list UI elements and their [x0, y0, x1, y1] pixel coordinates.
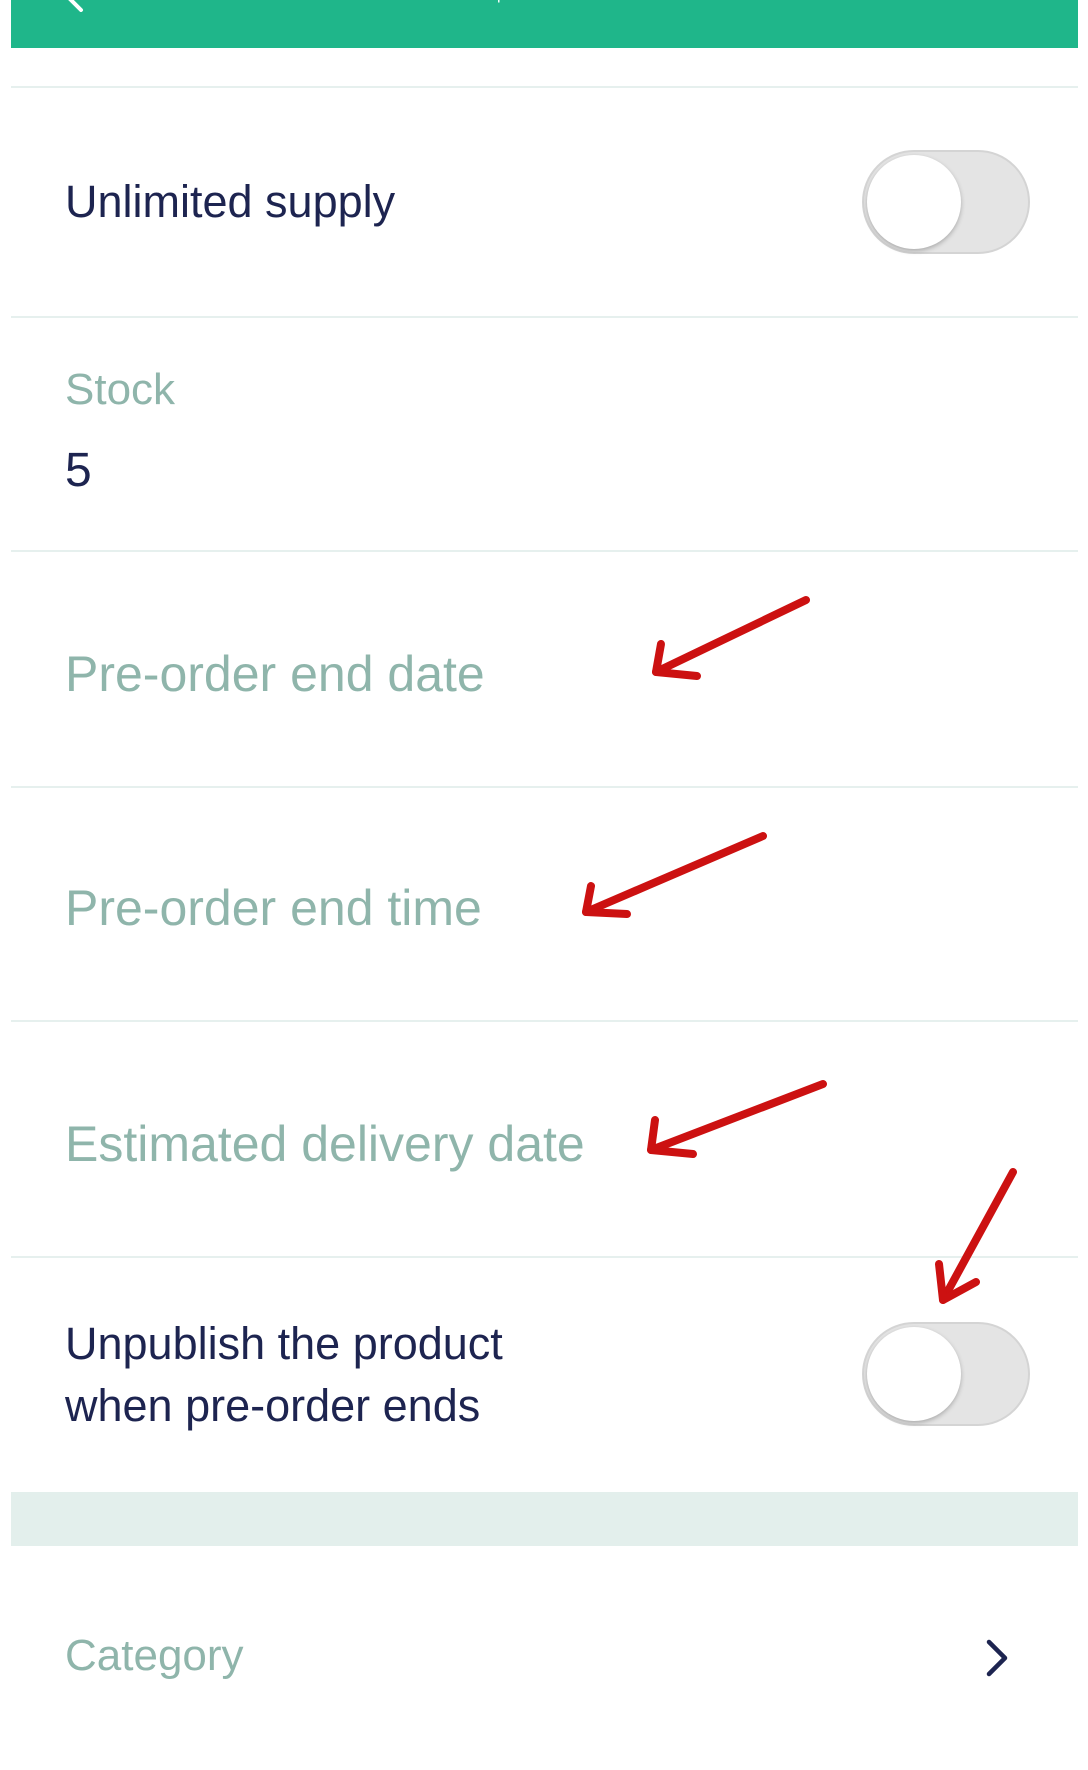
- product-settings-screen: p Unlimited supply Stock 5 Pre-order end…: [11, 0, 1078, 1770]
- annotation-arrow-icon: [582, 596, 1017, 1304]
